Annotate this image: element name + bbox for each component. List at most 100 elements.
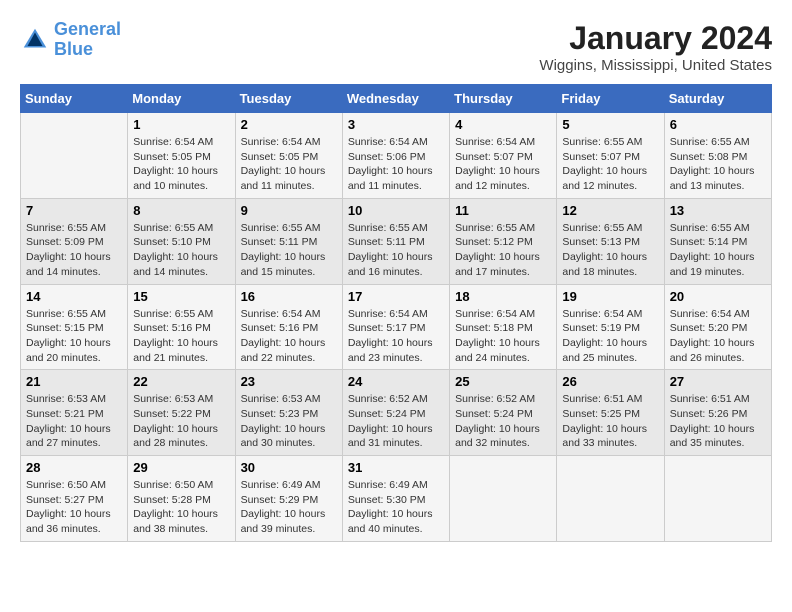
logo-line2: Blue xyxy=(54,39,93,59)
day-info: Sunrise: 6:55 AMSunset: 5:09 PMDaylight:… xyxy=(26,221,122,280)
day-number: 21 xyxy=(26,374,122,389)
day-number: 2 xyxy=(241,117,337,132)
day-number: 22 xyxy=(133,374,229,389)
day-info: Sunrise: 6:53 AMSunset: 5:21 PMDaylight:… xyxy=(26,392,122,451)
header-day: Monday xyxy=(128,85,235,113)
day-number: 4 xyxy=(455,117,551,132)
logo: General Blue xyxy=(20,20,121,60)
calendar-cell xyxy=(21,113,128,199)
header-day: Saturday xyxy=(664,85,771,113)
title-block: January 2024 Wiggins, Mississippi, Unite… xyxy=(539,20,772,74)
day-info: Sunrise: 6:55 AMSunset: 5:11 PMDaylight:… xyxy=(348,221,444,280)
calendar-cell: 22 Sunrise: 6:53 AMSunset: 5:22 PMDayligh… xyxy=(128,370,235,456)
calendar-cell: 9 Sunrise: 6:55 AMSunset: 5:11 PMDaylight… xyxy=(235,198,342,284)
day-info: Sunrise: 6:53 AMSunset: 5:22 PMDaylight:… xyxy=(133,392,229,451)
calendar-cell: 4 Sunrise: 6:54 AMSunset: 5:07 PMDaylight… xyxy=(450,113,557,199)
header-day: Thursday xyxy=(450,85,557,113)
header-day: Wednesday xyxy=(342,85,449,113)
calendar-cell: 10 Sunrise: 6:55 AMSunset: 5:11 PMDayligh… xyxy=(342,198,449,284)
calendar-cell: 29 Sunrise: 6:50 AMSunset: 5:28 PMDayligh… xyxy=(128,456,235,542)
day-info: Sunrise: 6:55 AMSunset: 5:07 PMDaylight:… xyxy=(562,135,658,194)
day-number: 26 xyxy=(562,374,658,389)
calendar-cell: 15 Sunrise: 6:55 AMSunset: 5:16 PMDayligh… xyxy=(128,284,235,370)
day-number: 31 xyxy=(348,460,444,475)
day-number: 27 xyxy=(670,374,766,389)
calendar-cell: 31Sunrise: 6:49 AMSunset: 5:30 PMDayligh… xyxy=(342,456,449,542)
calendar-cell: 16 Sunrise: 6:54 AMSunset: 5:16 PMDayligh… xyxy=(235,284,342,370)
day-number: 24 xyxy=(348,374,444,389)
day-number: 25 xyxy=(455,374,551,389)
day-info: Sunrise: 6:55 AMSunset: 5:10 PMDaylight:… xyxy=(133,221,229,280)
day-number: 9 xyxy=(241,203,337,218)
day-info: Sunrise: 6:55 AMSunset: 5:15 PMDaylight:… xyxy=(26,307,122,366)
day-number: 14 xyxy=(26,289,122,304)
calendar-table: SundayMondayTuesdayWednesdayThursdayFrid… xyxy=(20,84,772,542)
calendar-cell: 30Sunrise: 6:49 AMSunset: 5:29 PMDayligh… xyxy=(235,456,342,542)
day-info: Sunrise: 6:51 AMSunset: 5:25 PMDaylight:… xyxy=(562,392,658,451)
day-number: 5 xyxy=(562,117,658,132)
calendar-cell: 7 Sunrise: 6:55 AMSunset: 5:09 PMDaylight… xyxy=(21,198,128,284)
day-number: 17 xyxy=(348,289,444,304)
calendar-cell: 14 Sunrise: 6:55 AMSunset: 5:15 PMDayligh… xyxy=(21,284,128,370)
calendar-cell: 18Sunrise: 6:54 AMSunset: 5:18 PMDayligh… xyxy=(450,284,557,370)
day-number: 16 xyxy=(241,289,337,304)
calendar-week-row: 14 Sunrise: 6:55 AMSunset: 5:15 PMDayligh… xyxy=(21,284,772,370)
calendar-cell: 17Sunrise: 6:54 AMSunset: 5:17 PMDayligh… xyxy=(342,284,449,370)
day-number: 7 xyxy=(26,203,122,218)
calendar-cell xyxy=(450,456,557,542)
calendar-cell: 23 Sunrise: 6:53 AMSunset: 5:23 PMDayligh… xyxy=(235,370,342,456)
day-number: 10 xyxy=(348,203,444,218)
day-number: 23 xyxy=(241,374,337,389)
day-info: Sunrise: 6:54 AMSunset: 5:05 PMDaylight:… xyxy=(241,135,337,194)
day-info: Sunrise: 6:50 AMSunset: 5:28 PMDaylight:… xyxy=(133,478,229,537)
day-number: 15 xyxy=(133,289,229,304)
header-day: Tuesday xyxy=(235,85,342,113)
calendar-cell: 25 Sunrise: 6:52 AMSunset: 5:24 PMDayligh… xyxy=(450,370,557,456)
calendar-cell: 20Sunrise: 6:54 AMSunset: 5:20 PMDayligh… xyxy=(664,284,771,370)
day-number: 13 xyxy=(670,203,766,218)
day-info: Sunrise: 6:49 AMSunset: 5:29 PMDaylight:… xyxy=(241,478,337,537)
day-info: Sunrise: 6:55 AMSunset: 5:11 PMDaylight:… xyxy=(241,221,337,280)
header-row: SundayMondayTuesdayWednesdayThursdayFrid… xyxy=(21,85,772,113)
calendar-week-row: 21 Sunrise: 6:53 AMSunset: 5:21 PMDayligh… xyxy=(21,370,772,456)
calendar-cell: 27 Sunrise: 6:51 AMSunset: 5:26 PMDayligh… xyxy=(664,370,771,456)
calendar-cell: 8 Sunrise: 6:55 AMSunset: 5:10 PMDaylight… xyxy=(128,198,235,284)
day-number: 28 xyxy=(26,460,122,475)
calendar-cell: 13 Sunrise: 6:55 AMSunset: 5:14 PMDayligh… xyxy=(664,198,771,284)
logo-line1: General xyxy=(54,19,121,39)
day-number: 8 xyxy=(133,203,229,218)
day-info: Sunrise: 6:54 AMSunset: 5:05 PMDaylight:… xyxy=(133,135,229,194)
day-info: Sunrise: 6:54 AMSunset: 5:18 PMDaylight:… xyxy=(455,307,551,366)
day-info: Sunrise: 6:50 AMSunset: 5:27 PMDaylight:… xyxy=(26,478,122,537)
calendar-cell: 5 Sunrise: 6:55 AMSunset: 5:07 PMDaylight… xyxy=(557,113,664,199)
calendar-cell: 2 Sunrise: 6:54 AMSunset: 5:05 PMDaylight… xyxy=(235,113,342,199)
calendar-cell: 26 Sunrise: 6:51 AMSunset: 5:25 PMDayligh… xyxy=(557,370,664,456)
day-info: Sunrise: 6:51 AMSunset: 5:26 PMDaylight:… xyxy=(670,392,766,451)
day-info: Sunrise: 6:55 AMSunset: 5:14 PMDaylight:… xyxy=(670,221,766,280)
day-number: 29 xyxy=(133,460,229,475)
header-day: Sunday xyxy=(21,85,128,113)
calendar-cell: 21 Sunrise: 6:53 AMSunset: 5:21 PMDayligh… xyxy=(21,370,128,456)
month-title: January 2024 xyxy=(539,20,772,57)
logo-text: General Blue xyxy=(54,20,121,60)
calendar-week-row: 7 Sunrise: 6:55 AMSunset: 5:09 PMDaylight… xyxy=(21,198,772,284)
calendar-cell xyxy=(664,456,771,542)
day-info: Sunrise: 6:55 AMSunset: 5:08 PMDaylight:… xyxy=(670,135,766,194)
day-info: Sunrise: 6:53 AMSunset: 5:23 PMDaylight:… xyxy=(241,392,337,451)
day-number: 11 xyxy=(455,203,551,218)
calendar-cell xyxy=(557,456,664,542)
calendar-cell: 3Sunrise: 6:54 AMSunset: 5:06 PMDaylight… xyxy=(342,113,449,199)
day-info: Sunrise: 6:54 AMSunset: 5:16 PMDaylight:… xyxy=(241,307,337,366)
day-number: 1 xyxy=(133,117,229,132)
day-info: Sunrise: 6:52 AMSunset: 5:24 PMDaylight:… xyxy=(455,392,551,451)
calendar-cell: 11 Sunrise: 6:55 AMSunset: 5:12 PMDayligh… xyxy=(450,198,557,284)
day-info: Sunrise: 6:52 AMSunset: 5:24 PMDaylight:… xyxy=(348,392,444,451)
day-number: 3 xyxy=(348,117,444,132)
calendar-cell: 1 Sunrise: 6:54 AMSunset: 5:05 PMDaylight… xyxy=(128,113,235,199)
day-info: Sunrise: 6:54 AMSunset: 5:07 PMDaylight:… xyxy=(455,135,551,194)
day-number: 12 xyxy=(562,203,658,218)
day-info: Sunrise: 6:55 AMSunset: 5:12 PMDaylight:… xyxy=(455,221,551,280)
day-info: Sunrise: 6:54 AMSunset: 5:19 PMDaylight:… xyxy=(562,307,658,366)
calendar-week-row: 1 Sunrise: 6:54 AMSunset: 5:05 PMDaylight… xyxy=(21,113,772,199)
day-info: Sunrise: 6:55 AMSunset: 5:16 PMDaylight:… xyxy=(133,307,229,366)
